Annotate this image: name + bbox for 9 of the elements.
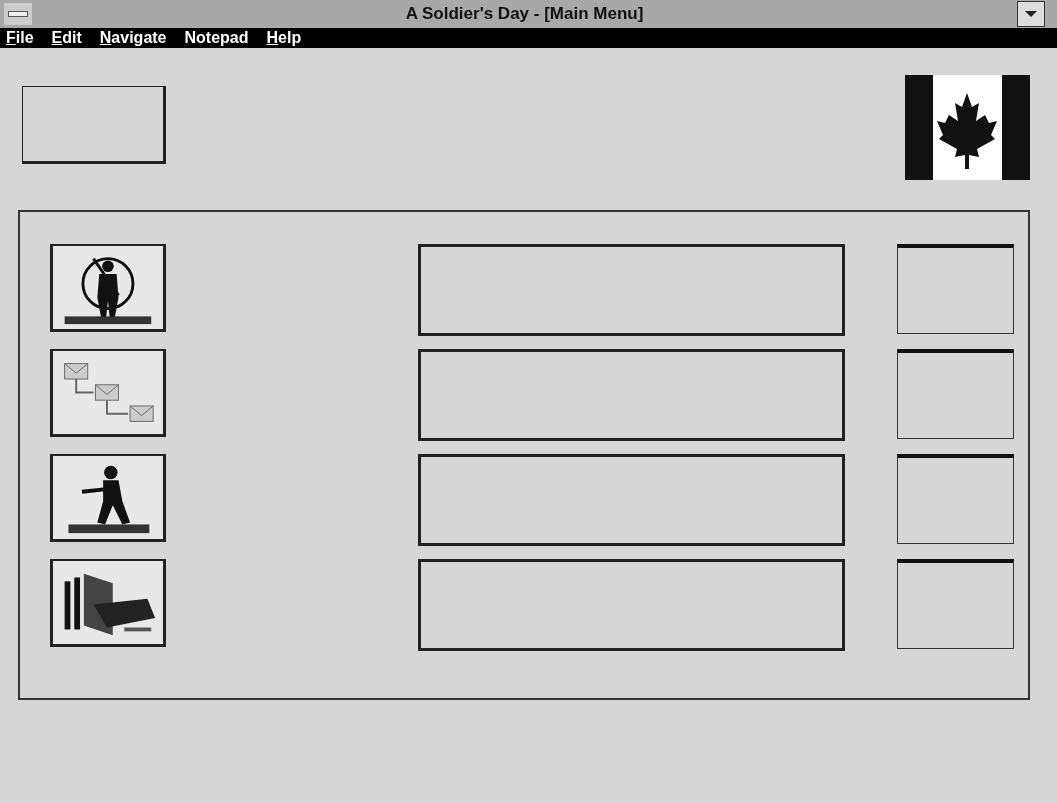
window-title: A Soldier's Day - [Main Menu]	[404, 4, 645, 24]
menu-item[interactable]: Edit	[51, 29, 82, 47]
maple-leaf-flag-icon	[905, 75, 1030, 180]
minimize-icon[interactable]	[1017, 1, 1045, 27]
menu-item[interactable]: File	[6, 29, 34, 47]
system-menu-icon[interactable]	[4, 3, 32, 25]
menu-item[interactable]: Navigate	[99, 29, 167, 47]
menu-item[interactable]: Notepad	[184, 29, 249, 47]
menu-item[interactable]: Help	[266, 29, 302, 47]
